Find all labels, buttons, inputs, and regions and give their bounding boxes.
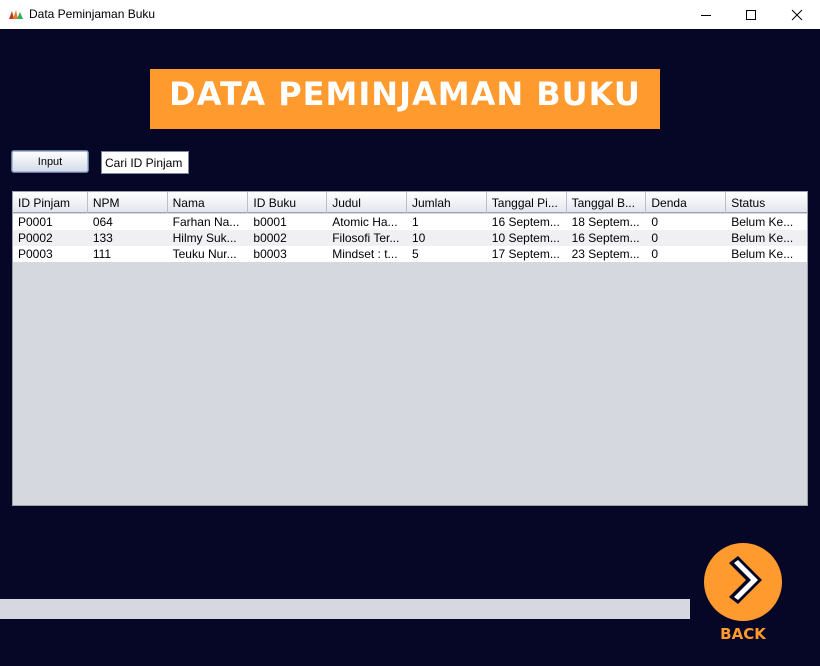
table-cell: 16 Septem... — [491, 215, 560, 229]
back-label[interactable]: BACK — [705, 625, 781, 643]
search-input[interactable]: Cari ID Pinjam — [101, 151, 189, 174]
table-cell: 16 Septem... — [571, 231, 640, 245]
borrow-table[interactable]: ID Pinjam NPM Nama ID Buku Judul Jumlah … — [12, 191, 808, 506]
title-bar: Data Peminjaman Buku — [0, 0, 820, 29]
table-cell: Farhan Na... — [172, 215, 240, 229]
table-row[interactable]: P0002 133 Hilmy Suk... b0002 Filosofi Te… — [13, 230, 807, 246]
table-cell: 0 — [651, 215, 659, 229]
status-bar — [0, 599, 690, 619]
table-cell: 0 — [651, 231, 659, 245]
java-cup-icon — [9, 10, 23, 19]
minimize-icon — [701, 14, 711, 16]
table-cell: P0001 — [18, 215, 53, 229]
table-cell: b0003 — [253, 247, 287, 261]
table-cell: Atomic Ha... — [332, 215, 398, 229]
back-button[interactable] — [703, 542, 783, 622]
minimize-button[interactable] — [683, 0, 729, 29]
table-row[interactable]: P0003 111 Teuku Nur... b0003 Mindset : t… — [13, 246, 807, 262]
table-cell: 10 Septem... — [491, 231, 560, 245]
column-header[interactable]: Judul — [327, 192, 407, 213]
table-cell: P0003 — [18, 247, 53, 261]
table-cell: Filosofi Ter... — [332, 231, 400, 245]
table-cell: 23 Septem... — [571, 247, 640, 261]
table-body: P0001 064 Farhan Na... b0001 Atomic Ha..… — [13, 214, 807, 262]
page-title-banner: DATA PEMINJAMAN BUKU — [150, 69, 660, 129]
table-cell: 064 — [92, 215, 113, 229]
page-title: DATA PEMINJAMAN BUKU — [169, 75, 641, 113]
table-cell: 111 — [92, 247, 112, 261]
column-header[interactable]: Jumlah — [407, 192, 487, 213]
table-cell: Hilmy Suk... — [172, 231, 237, 245]
table-cell: 18 Septem... — [571, 215, 640, 229]
column-header[interactable]: ID Pinjam — [13, 192, 88, 213]
table-cell: 0 — [651, 247, 659, 261]
column-header[interactable]: Tanggal Pi... — [487, 192, 567, 213]
column-header[interactable]: Tanggal B... — [567, 192, 647, 213]
maximize-button[interactable] — [728, 0, 774, 29]
column-header[interactable]: Status — [726, 192, 807, 213]
table-cell: P0002 — [18, 231, 53, 245]
table-cell: 133 — [92, 231, 113, 245]
input-button[interactable]: Input — [11, 150, 89, 173]
column-header[interactable]: NPM — [88, 192, 168, 213]
maximize-icon — [746, 9, 756, 20]
close-icon — [791, 9, 803, 20]
window-title: Data Peminjaman Buku — [29, 7, 156, 21]
table-cell: Mindset : t... — [332, 247, 398, 261]
table-cell: 1 — [412, 215, 419, 229]
table-cell: 5 — [412, 247, 419, 261]
column-header[interactable]: ID Buku — [248, 192, 328, 213]
close-button[interactable] — [774, 0, 820, 29]
table-cell: Belum Ke... — [731, 247, 794, 261]
table-cell: b0002 — [253, 231, 287, 245]
table-cell: Belum Ke... — [731, 215, 794, 229]
table-cell: 10 — [412, 231, 426, 245]
main-panel: DATA PEMINJAMAN BUKU Input Cari ID Pinja… — [0, 29, 820, 666]
column-header[interactable]: Denda — [646, 192, 727, 213]
table-cell: Belum Ke... — [731, 231, 794, 245]
column-header[interactable]: Nama — [168, 192, 249, 213]
table-cell: b0001 — [253, 215, 287, 229]
table-cell: 17 Septem... — [491, 247, 560, 261]
table-header: ID Pinjam NPM Nama ID Buku Judul Jumlah … — [13, 192, 807, 213]
table-cell: Teuku Nur... — [172, 247, 237, 261]
table-row[interactable]: P0001 064 Farhan Na... b0001 Atomic Ha..… — [13, 214, 807, 230]
